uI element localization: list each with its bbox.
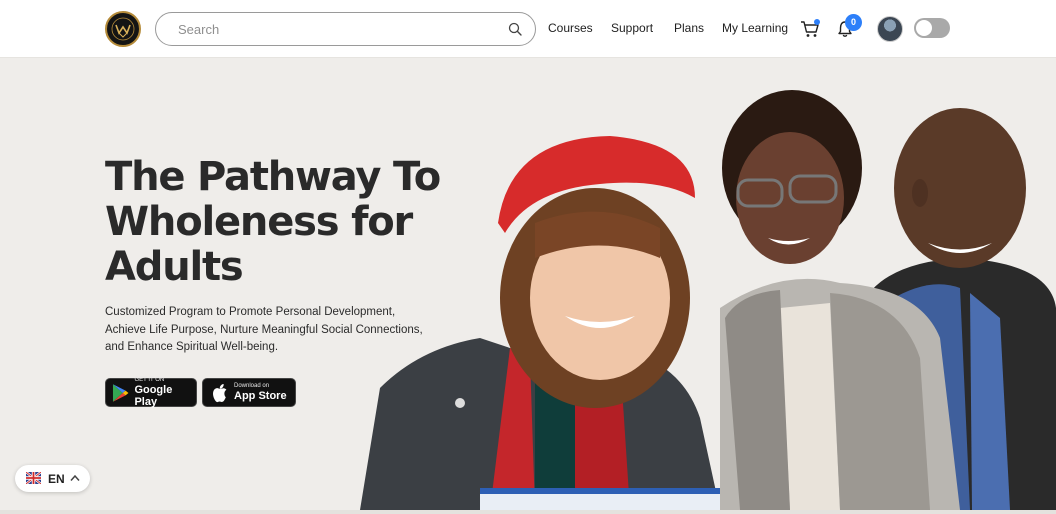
nav-support[interactable]: Support	[611, 21, 653, 35]
notification-badge: 0	[845, 14, 862, 31]
uk-flag-icon	[26, 472, 41, 484]
nav-plans[interactable]: Plans	[674, 21, 704, 35]
nav-courses[interactable]: Courses	[548, 21, 593, 35]
google-play-icon	[112, 383, 129, 402]
search-input[interactable]	[178, 13, 498, 45]
language-code: EN	[48, 472, 65, 486]
language-selector[interactable]: EN	[15, 465, 90, 492]
logo-icon[interactable]	[105, 11, 141, 47]
avatar[interactable]	[877, 16, 903, 42]
apple-icon	[213, 383, 227, 402]
theme-toggle[interactable]	[914, 18, 950, 38]
woman-beret-figure	[360, 136, 720, 510]
app-store-label: App Store	[234, 390, 287, 402]
toggle-knob	[916, 20, 932, 36]
search-bar	[155, 12, 536, 46]
google-play-button[interactable]: GET IT ON Google Play	[105, 377, 197, 408]
search-icon[interactable]	[508, 22, 522, 36]
google-play-label: Google Play	[134, 384, 173, 408]
top-nav-bar: Courses Support Plans My Learning 0	[0, 0, 1056, 58]
app-store-button[interactable]: Download on App Store	[202, 378, 296, 407]
hero-photo	[360, 90, 1056, 510]
app-store-small-label: Download on	[234, 383, 270, 389]
google-play-small-label: GET IT ON	[134, 377, 165, 383]
bottom-edge	[0, 510, 1056, 514]
nav-my-learning[interactable]: My Learning	[722, 21, 788, 35]
chevron-up-icon	[70, 474, 80, 481]
cart-indicator-dot	[814, 19, 820, 25]
